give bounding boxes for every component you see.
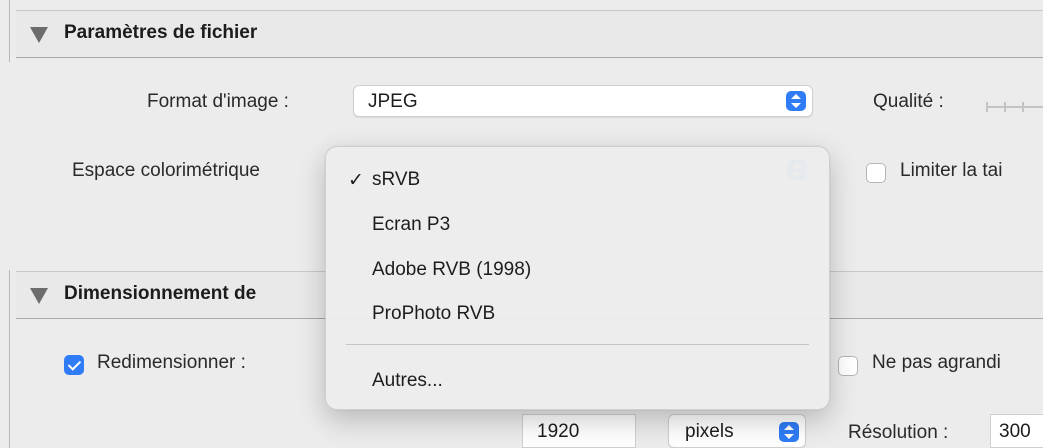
popup-stepper-icon (779, 422, 799, 442)
image-format-value: JPEG (368, 91, 418, 112)
menu-item-ecran-p3[interactable]: Ecran P3 (326, 205, 829, 245)
file-settings-header[interactable]: Paramètres de fichier (16, 10, 1043, 58)
colorspace-label: Espace colorimétrique (72, 160, 260, 181)
quality-slider[interactable] (986, 102, 1043, 112)
resolution-label: Résolution : (848, 422, 949, 443)
checkmark-icon: ✓ (348, 169, 364, 191)
menu-item-label: sRVB (372, 169, 421, 190)
menu-item-label: Adobe RVB (1998) (372, 259, 532, 280)
quality-label: Qualité : (873, 91, 944, 112)
dimension-value: 1920 (537, 421, 580, 442)
no-enlarge-checkbox[interactable] (838, 356, 858, 376)
resize-checkbox[interactable] (64, 355, 84, 375)
menu-item-other[interactable]: Autres... (326, 361, 829, 401)
image-format-popup[interactable]: JPEG (353, 85, 813, 117)
no-enlarge-label: Ne pas agrandi (872, 352, 1001, 373)
panel-left-border (9, 0, 10, 62)
menu-item-adobe-rvb[interactable]: Adobe RVB (1998) (326, 250, 829, 290)
menu-item-label: Autres... (372, 370, 443, 391)
image-format-label: Format d'image : (147, 91, 289, 112)
popup-stepper-icon (786, 91, 806, 111)
resize-label: Redimensionner : (97, 352, 246, 373)
menu-item-label: Ecran P3 (372, 214, 451, 235)
limit-size-label: Limiter la tai (900, 160, 1003, 181)
file-settings-title: Paramètres de fichier (64, 22, 258, 43)
dimension-input[interactable]: 1920 (522, 414, 636, 448)
colorspace-dropdown-menu: ✓ sRVB Ecran P3 Adobe RVB (1998) ProPhot… (325, 146, 830, 410)
disclosure-triangle-icon[interactable] (30, 27, 48, 43)
menu-item-srvb[interactable]: ✓ sRVB (326, 160, 829, 200)
menu-separator (346, 344, 809, 345)
resolution-input[interactable]: 300 (990, 414, 1043, 448)
disclosure-triangle-icon[interactable] (30, 288, 48, 304)
menu-item-label: ProPhoto RVB (372, 303, 496, 324)
panel-left-border-lower (9, 270, 10, 448)
resolution-value: 300 (999, 421, 1031, 442)
unit-value: pixels (685, 421, 734, 442)
image-sizing-title: Dimensionnement de (64, 283, 257, 304)
menu-item-prophoto-rvb[interactable]: ProPhoto RVB (326, 294, 829, 334)
unit-popup[interactable]: pixels (668, 414, 806, 448)
limit-size-checkbox[interactable] (866, 163, 886, 183)
